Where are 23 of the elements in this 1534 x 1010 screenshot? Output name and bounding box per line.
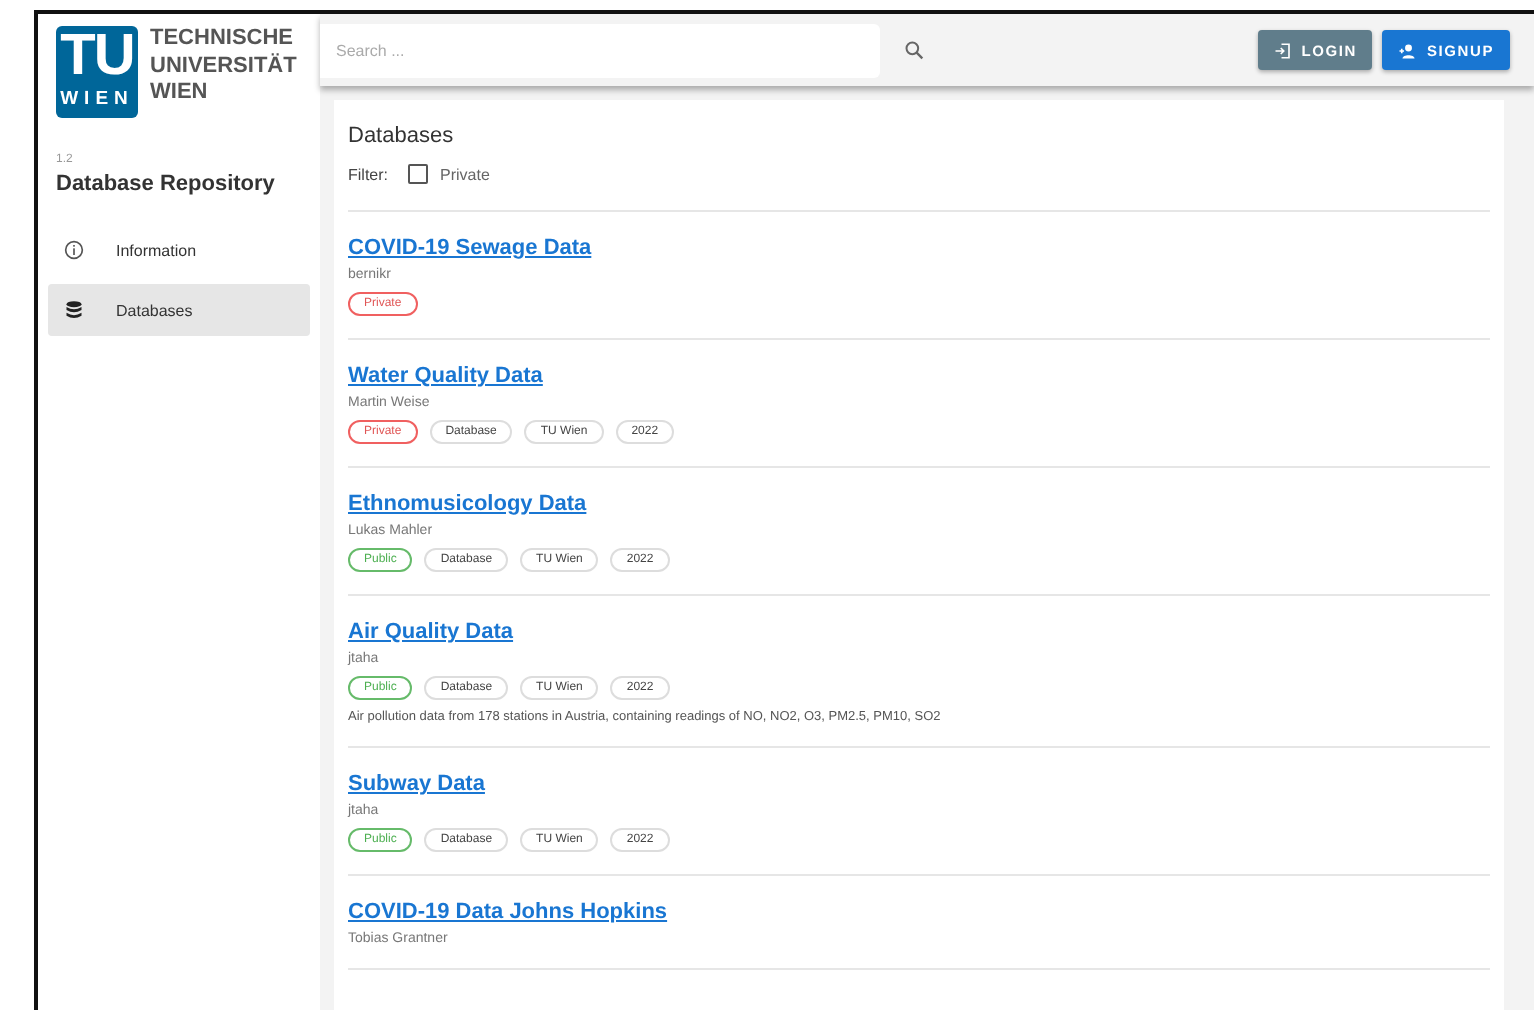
logo-text: UNIVERSITÄT [150, 53, 297, 80]
add-user-icon [1398, 41, 1417, 59]
logo-mark: TU WIEN [56, 26, 138, 118]
database-link[interactable]: Air Quality Data [348, 620, 514, 644]
page-title: Databases [348, 124, 456, 148]
private-checkbox[interactable] [408, 164, 428, 184]
sidebar-item[interactable]: Databases [48, 284, 310, 336]
database-link[interactable]: Ethnomusicology Data [348, 492, 587, 516]
database-link[interactable]: Subway Data [348, 772, 485, 796]
search-field[interactable]: Search ... [320, 23, 880, 77]
app-title: Database Repository [56, 172, 277, 196]
database-link[interactable]: COVID-19 Data Johns Hopkins [348, 900, 668, 924]
filter-label: Filter: [348, 165, 388, 183]
database-link[interactable]: Water Quality Data [348, 364, 543, 388]
login-icon [1273, 41, 1292, 59]
database-icon [64, 300, 84, 320]
logo-text: WIEN [150, 80, 210, 107]
database-link[interactable]: COVID-19 Sewage Data [348, 236, 592, 260]
sidebar-item[interactable]: Information [48, 224, 310, 276]
info-icon [64, 240, 84, 260]
search-icon[interactable] [904, 40, 924, 60]
logo-text: TECHNISCHE [150, 26, 296, 53]
checkbox-label: Private [440, 165, 490, 183]
